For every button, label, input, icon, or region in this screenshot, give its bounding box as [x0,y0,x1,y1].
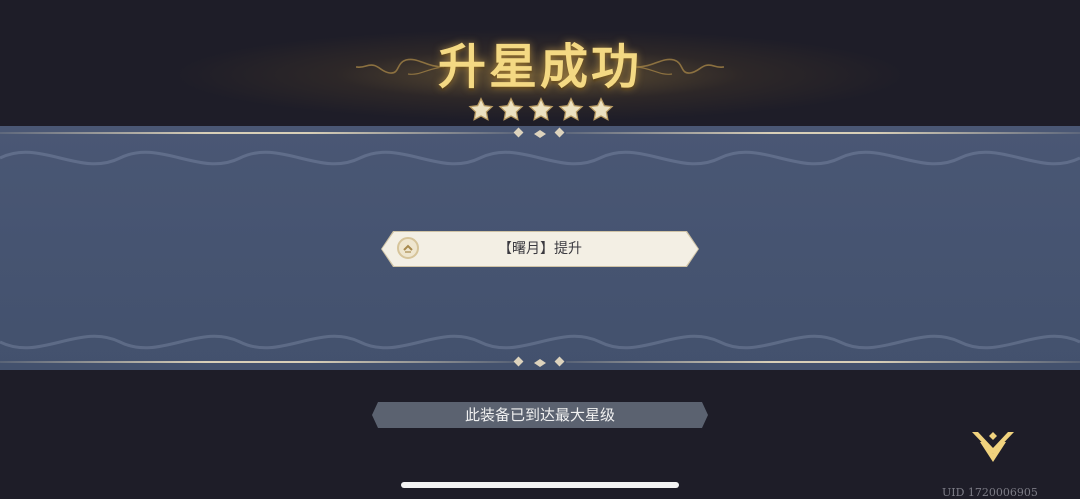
divider-diamond [534,130,546,138]
star-icon [528,97,554,121]
banner-pattern-bottom [0,334,1080,350]
banner-pattern-top [0,150,1080,166]
star-icon [588,97,614,121]
divider-top-right [566,132,1080,134]
page-title: 升星成功 [437,39,642,95]
divider-bottom-right [566,361,1080,363]
home-indicator[interactable] [401,482,679,488]
divider-top-left [0,132,514,134]
max-star-text: 此装备已到达最大星级 [464,406,615,424]
star-rating [468,97,614,127]
chevron-down-icon[interactable] [970,428,1016,464]
divider-diamond [554,127,565,138]
uid-label: UID 1720006905 [942,486,1038,499]
divider-diamond [513,127,524,138]
star-icon [558,97,584,121]
star-icon [498,97,524,121]
divider-bottom-left [0,361,514,363]
upgrade-text: 【曙月】提升 [498,241,582,257]
star-icon [468,97,494,121]
